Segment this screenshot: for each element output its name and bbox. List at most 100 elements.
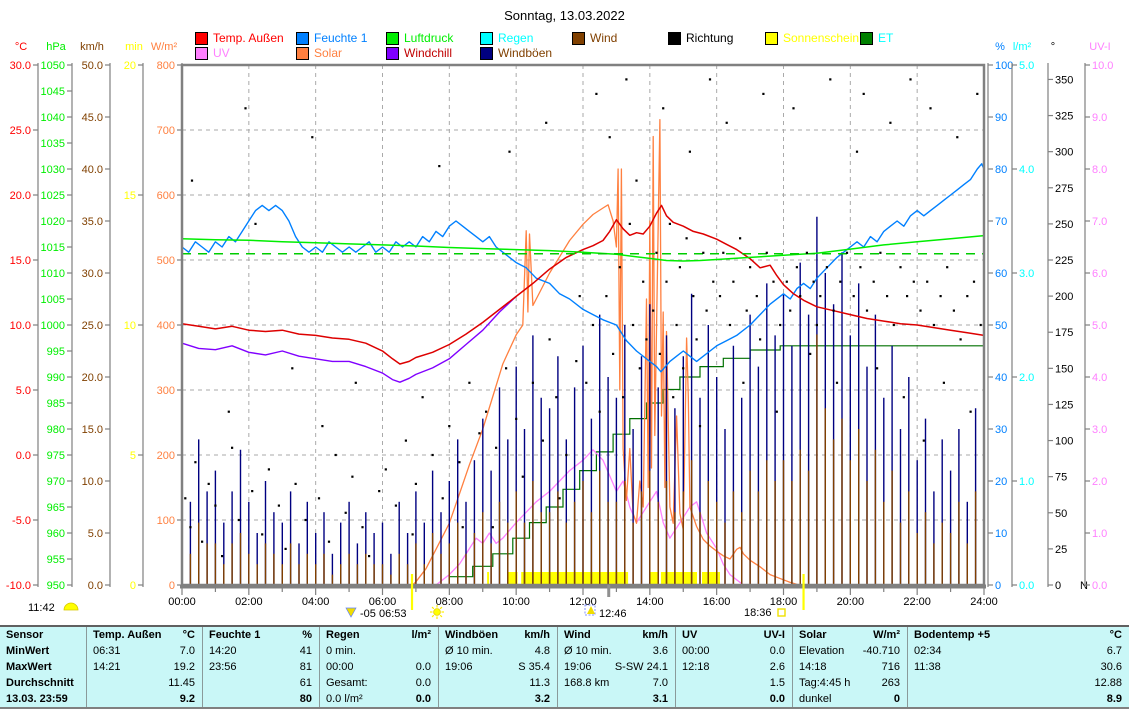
axis-label: 350 xyxy=(1055,74,1073,86)
cell-label: Ø 10 min. xyxy=(564,643,612,659)
axis-label: 175 xyxy=(1055,327,1073,339)
cell-label: 14:18 xyxy=(799,659,827,675)
cell-value: 81 xyxy=(300,659,312,675)
axis-label: 00:00 xyxy=(168,596,196,608)
axis-label: 0.0 xyxy=(88,580,103,592)
moonset-arrow-icon xyxy=(346,608,356,617)
left-axis-hPa: hPa1050104510401035103010251020101510101… xyxy=(41,41,72,592)
axis-label: 1045 xyxy=(41,86,65,98)
axis-label: 06:00 xyxy=(369,596,397,608)
table-cell: 00:000.0 xyxy=(676,643,792,659)
axis-label: 40 xyxy=(995,372,1007,384)
axis-label: 15.0 xyxy=(82,424,103,436)
table-col-solar: SolarW/m²Elevation-40.71014:18716Tag:4:4… xyxy=(792,627,907,707)
table-cell: Elevation-40.710 xyxy=(793,643,907,659)
col-header-uv: UVUV-I xyxy=(676,627,792,643)
table-col-bodentemp: Bodentemp +5°C02:346.711:3830.612.888.9 xyxy=(907,627,1129,707)
cell-value: 716 xyxy=(882,659,900,675)
axis-label: 200 xyxy=(1055,291,1073,303)
legend-item-windboeen: Windböen xyxy=(480,46,552,60)
table-cell: 11.45 xyxy=(87,675,202,691)
cell-value: 4.8 xyxy=(535,643,550,659)
axis-label: 5.0 xyxy=(1092,320,1107,332)
axis-label: 975 xyxy=(47,450,65,462)
axis-label: 1010 xyxy=(41,268,65,280)
legend-item-temp-aussen: Temp. Außen xyxy=(195,31,284,45)
axis-label: 960 xyxy=(47,528,65,540)
cell-value: 11.3 xyxy=(529,675,550,691)
cell-value: 0.0 xyxy=(416,675,431,691)
axis-label: 75 xyxy=(1055,472,1067,484)
table-cell: Ø 10 min.4.8 xyxy=(439,643,557,659)
luftdruck-legend-swatch xyxy=(386,32,399,45)
legend-label: ET xyxy=(878,31,893,45)
col-header-temp-aussen: Temp. Außen°C xyxy=(87,627,202,643)
left-axis-Wm: W/m²8007006005004003002001000 xyxy=(151,41,182,592)
stats-table: SensorMinWertMaxWertDurchschnitt13.03. 2… xyxy=(0,625,1129,709)
legend-item-et: ET xyxy=(860,31,893,45)
legend-item-regen: Regen xyxy=(480,31,533,45)
axis-label: 04:00 xyxy=(302,596,330,608)
axis-label: 4.0 xyxy=(1092,372,1107,384)
axis-label: 0.0 xyxy=(1092,580,1107,592)
axis-label: 16:00 xyxy=(703,596,731,608)
legend-label: Richtung xyxy=(686,31,733,45)
table-cell: Gesamt:0.0 xyxy=(320,675,438,691)
axis-label: 10.0 xyxy=(82,476,103,488)
legend-item-richtung: Richtung xyxy=(668,31,733,45)
cell-label: 0.0 l/m² xyxy=(326,691,363,707)
moon-icon xyxy=(64,603,78,610)
cell-label: 0 min. xyxy=(326,643,356,659)
x-axis-labels: 00:0002:0004:0006:0008:0010:0012:0014:00… xyxy=(168,588,998,608)
row-label: Durchschnitt xyxy=(0,675,86,691)
cell-value: 0.0 xyxy=(770,643,785,659)
cell-value: 19.2 xyxy=(174,659,195,675)
axis-label: 5.0 xyxy=(16,385,31,397)
axis-label: 1005 xyxy=(41,294,65,306)
table-cell: 00:000.0 xyxy=(320,659,438,675)
axis-label: -05 06:53 xyxy=(360,608,406,620)
axis-label: 90 xyxy=(995,112,1007,124)
sensor-name: Feuchte 1 xyxy=(209,627,260,643)
axis-label: 5 xyxy=(130,450,136,462)
cell-value: 3.1 xyxy=(653,691,668,707)
right-axis-lm: l/m²5.04.03.02.01.00.0 xyxy=(1012,41,1034,592)
row-label: Sensor xyxy=(0,627,86,643)
cell-label: 23:56 xyxy=(209,659,237,675)
axis-label: 25.0 xyxy=(82,320,103,332)
sensor-unit: km/h xyxy=(642,627,668,643)
legend-label: Sonnenschein xyxy=(783,31,859,45)
sunrise-sun-icon xyxy=(430,605,444,619)
axis-label: 35.0 xyxy=(82,216,103,228)
cell-value: 8.9 xyxy=(1107,691,1122,707)
table-cell: 1.5 xyxy=(676,675,792,691)
table-col-regen: Regenl/m²0 min.00:000.0Gesamt:0.00.0 l/m… xyxy=(319,627,438,707)
cell-label: 02:34 xyxy=(914,643,942,659)
axis-label: 10:00 xyxy=(502,596,530,608)
table-cell: 19:06S-SW 24.1 xyxy=(558,659,675,675)
axis-label: 985 xyxy=(47,398,65,410)
axis-label: 995 xyxy=(47,346,65,358)
axis-label: N xyxy=(1080,580,1088,592)
axis-label: 3.0 xyxy=(1019,268,1034,280)
axis-label: 0.0 xyxy=(16,450,31,462)
axis-label: 5.0 xyxy=(88,528,103,540)
sensor-name: UV xyxy=(682,627,697,643)
axis-label: 50 xyxy=(1055,508,1067,520)
axis-label: 60 xyxy=(995,268,1007,280)
axis-label: 1015 xyxy=(41,242,65,254)
legend-label: Feuchte 1 xyxy=(314,31,367,45)
legend-item-wind: Wind xyxy=(572,31,617,45)
legend-label: Windchill xyxy=(404,46,452,60)
cell-value: 0.0 xyxy=(416,659,431,675)
legend-label: UV xyxy=(213,46,230,60)
right-axis-%: %1009080706050403020100 xyxy=(988,41,1013,592)
table-cell: 3.2 xyxy=(439,691,557,707)
table-cell: 14:2119.2 xyxy=(87,659,202,675)
cell-value: 7.0 xyxy=(180,643,195,659)
cell-label: Elevation xyxy=(799,643,844,659)
row-label: MaxWert xyxy=(0,659,86,675)
solar-legend-swatch xyxy=(296,47,309,60)
axis-label: 1.0 xyxy=(1092,528,1107,540)
axis-label: 80 xyxy=(995,164,1007,176)
